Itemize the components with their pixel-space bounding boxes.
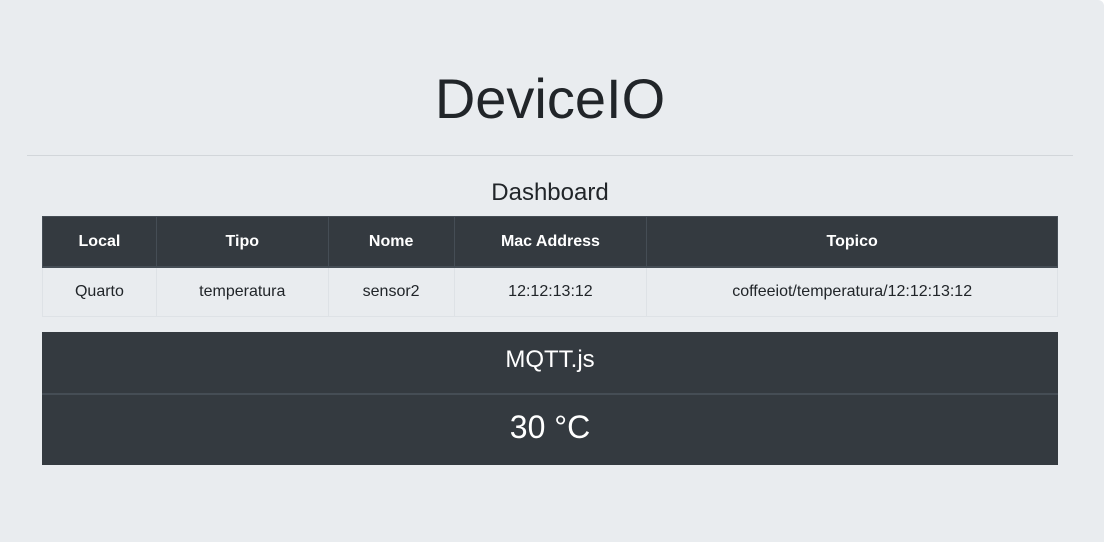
devices-table: Local Tipo Nome Mac Address Topico Quart… [42, 216, 1058, 317]
column-header-mac-address: Mac Address [453, 216, 648, 268]
divider [27, 155, 1073, 156]
table-header-row: Local Tipo Nome Mac Address Topico [42, 216, 1058, 268]
temperature-reading: 30 °C [509, 409, 591, 445]
cell-tipo: temperatura [155, 266, 329, 317]
cell-local: Quarto [42, 266, 157, 317]
app-title: DeviceIO [434, 67, 666, 130]
cell-topico: coffeeiot/temperatura/12:12:13:12 [646, 266, 1058, 317]
column-header-tipo: Tipo [155, 216, 329, 268]
dashboard-title: Dashboard [491, 179, 609, 206]
cell-mac-address: 12:12:13:12 [453, 266, 648, 317]
column-header-local: Local [42, 216, 157, 268]
column-header-nome: Nome [327, 216, 455, 268]
jumbotron: DeviceIO Dashboard Local Tipo Nome Mac A… [0, 0, 1104, 542]
table-row: Quarto temperatura sensor2 12:12:13:12 c… [42, 266, 1058, 317]
cell-nome: sensor2 [327, 266, 455, 317]
column-header-topico: Topico [646, 216, 1058, 268]
mqtt-card-title: MQTT.js [42, 332, 1058, 395]
mqtt-card: MQTT.js 30 °C [42, 332, 1058, 465]
